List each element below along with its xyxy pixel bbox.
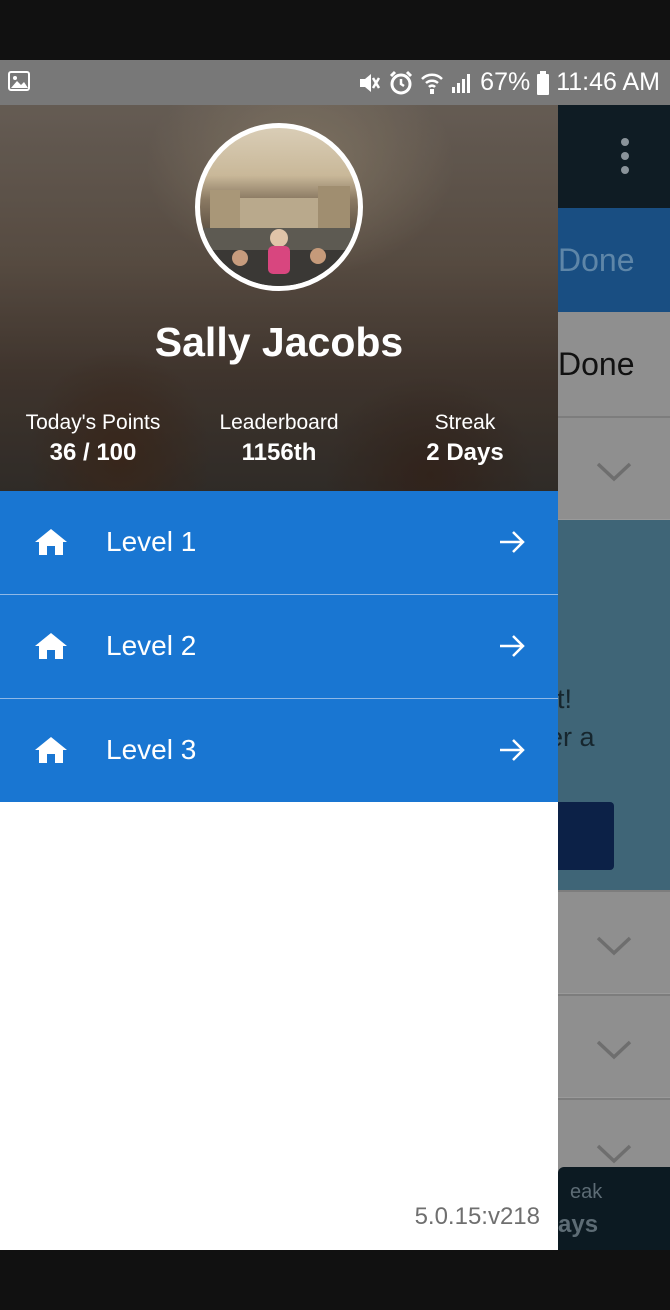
stat-label: Streak <box>434 411 496 434</box>
chevron-down-icon <box>596 1144 632 1164</box>
battery-percent: 67% <box>480 68 531 96</box>
more-options-icon[interactable] <box>614 138 636 180</box>
arrow-right-icon <box>500 739 525 761</box>
status-icons: 67% 11:46 AM <box>356 60 660 105</box>
wifi-icon <box>420 70 444 96</box>
system-navigation-bar <box>0 1250 670 1310</box>
menu-item-level-3[interactable]: Level 3 <box>0 699 558 802</box>
app-screen: 67% 11:46 AM Done Done rt! er a eak ays … <box>0 0 670 1310</box>
menu-item-level-2[interactable]: Level 2 <box>0 595 558 698</box>
arrow-right-icon <box>500 635 525 657</box>
menu-item-level-1[interactable]: Level 1 <box>0 491 558 594</box>
battery-icon <box>536 70 550 96</box>
home-icon <box>35 633 67 659</box>
home-icon <box>35 529 67 555</box>
menu-item-label: Level 2 <box>106 630 197 661</box>
user-name: Sally Jacobs <box>154 319 404 365</box>
arrow-right-icon <box>500 531 525 553</box>
stat-label: Leaderboard <box>219 411 339 434</box>
stat-value: 36 / 100 <box>49 439 137 466</box>
avatar[interactable] <box>195 123 363 291</box>
stat-streak: Streak 2 Days <box>384 409 546 469</box>
clock: 11:46 AM <box>556 68 660 96</box>
signal-icon <box>450 71 474 95</box>
drawer-header: Sally Jacobs Today's Points 36 / 100 Lea… <box>0 105 558 491</box>
background-bottom-bar: eak ays <box>558 1167 670 1250</box>
navigation-drawer: Sally Jacobs Today's Points 36 / 100 Lea… <box>0 105 558 1250</box>
stat-label: Today's Points <box>25 411 161 434</box>
home-icon <box>35 737 67 763</box>
alarm-icon <box>388 70 414 96</box>
status-bar: 67% 11:46 AM <box>0 60 670 105</box>
stat-todays-points: Today's Points 36 / 100 <box>12 409 174 469</box>
chevron-down-icon <box>596 462 632 482</box>
mute-icon <box>356 70 382 96</box>
stat-value: 1156th <box>241 439 317 466</box>
menu-item-label: Level 3 <box>106 734 197 765</box>
chevron-down-icon <box>596 936 632 956</box>
menu-item-label: Level 1 <box>106 526 197 557</box>
app-version: 5.0.15:v218 <box>414 1203 540 1230</box>
stat-value: 2 Days <box>426 439 504 466</box>
chevron-down-icon <box>596 1040 632 1060</box>
image-icon <box>8 71 30 96</box>
stat-leaderboard[interactable]: Leaderboard 1156th <box>198 409 360 469</box>
